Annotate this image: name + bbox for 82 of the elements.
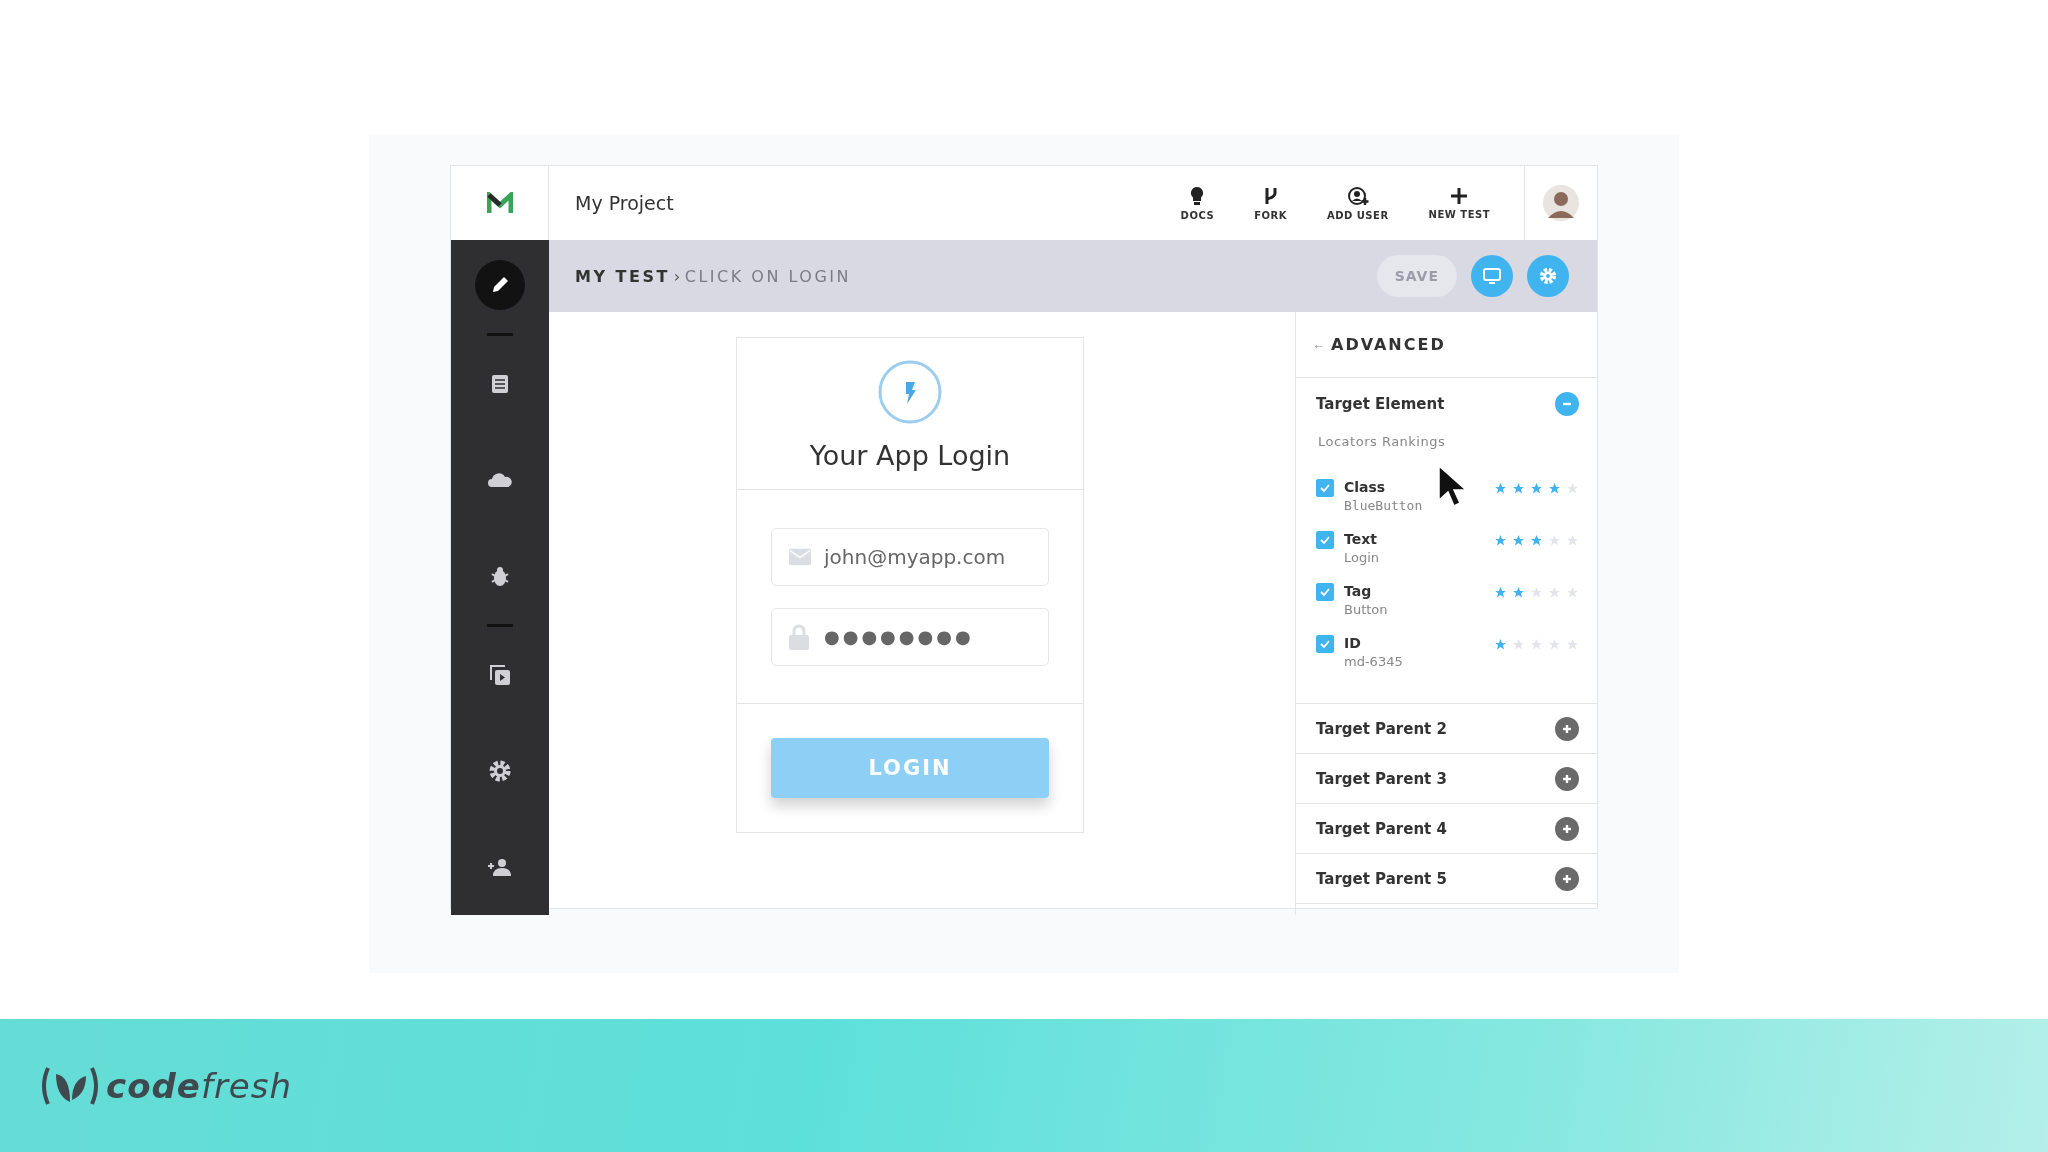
section-title: Target Parent 2 [1316, 719, 1448, 738]
logo-icon [486, 192, 513, 214]
check-icon [1320, 484, 1330, 492]
settings-icon [1538, 266, 1558, 286]
bulb-icon [1189, 185, 1206, 206]
plus-icon [1561, 772, 1573, 785]
star-icon [1494, 534, 1507, 547]
locator-value: Button [1344, 602, 1389, 617]
star-icon [1512, 482, 1525, 495]
star-icon [1530, 586, 1543, 599]
star-icon [1530, 534, 1543, 547]
back-button[interactable]: ← [1312, 337, 1325, 352]
locator-name: Class [1344, 479, 1387, 495]
monitor-icon [1483, 268, 1501, 284]
star-icon [1566, 586, 1579, 599]
toolbar-button[interactable]: ADD USER [1314, 185, 1401, 221]
star-icon [1530, 482, 1543, 495]
star-icon [1512, 534, 1525, 547]
add-user-icon [1346, 185, 1369, 206]
bolt-icon [878, 360, 942, 424]
section-title: Target Parent 3 [1316, 769, 1448, 788]
star-icon [1548, 534, 1561, 547]
settings-icon [487, 758, 513, 784]
breadcrumb-separator: › [673, 266, 683, 286]
star-icon [1494, 586, 1507, 599]
expand-button[interactable] [1555, 816, 1579, 841]
star-icon [1494, 638, 1507, 651]
list-icon [491, 374, 509, 394]
users-icon [487, 857, 513, 877]
project-title: My Project [575, 192, 675, 214]
copy-play-icon [489, 664, 511, 686]
toolbar-button[interactable]: NEW TEST [1416, 186, 1502, 220]
password-field[interactable]: ●●●●●●●● [771, 607, 1049, 666]
locator-name: Tag [1344, 583, 1373, 599]
avatar-icon[interactable] [1543, 185, 1579, 221]
star-icon [1512, 586, 1525, 599]
plus-icon [1450, 186, 1469, 205]
section-title: Target Parent 5 [1316, 869, 1448, 888]
check-icon [1320, 640, 1330, 648]
leaf-logo-icon [40, 1065, 100, 1106]
checkbox[interactable] [1316, 479, 1334, 497]
toolbar-button[interactable]: DOCS [1168, 185, 1227, 221]
locator-name: ID [1344, 635, 1362, 651]
check-icon [1320, 536, 1330, 544]
star-icon [1566, 534, 1579, 547]
brand-logo-text: codefresh [106, 1065, 293, 1106]
pencil-icon [490, 275, 510, 295]
locator-name: Text [1344, 531, 1378, 547]
expand-button[interactable] [1555, 866, 1579, 891]
star-icon [1494, 482, 1507, 495]
toolbar-button[interactable]: FORK [1242, 185, 1299, 221]
bug-icon [490, 565, 510, 587]
locator-value: BlueButton [1344, 498, 1424, 513]
login-title: Your App Login [809, 440, 1011, 471]
checkbox[interactable] [1316, 635, 1334, 653]
star-icon [1530, 638, 1543, 651]
star-icon [1548, 638, 1561, 651]
locator-value: md-6345 [1344, 654, 1404, 669]
section-title: Target Element [1316, 395, 1446, 413]
sidebar-button[interactable] [475, 260, 525, 310]
star-icon [1548, 482, 1561, 495]
lock-icon [789, 623, 809, 650]
plus-icon [1561, 722, 1573, 735]
plus-icon [1561, 822, 1573, 835]
check-icon [1320, 588, 1330, 596]
star-icon [1512, 638, 1525, 651]
email-field[interactable]: john@myapp.com [771, 527, 1049, 586]
section-subtitle: Locators Rankings [1318, 434, 1447, 449]
star-icon [1566, 482, 1579, 495]
panel-title: ADVANCED [1331, 335, 1446, 354]
checkbox[interactable] [1316, 531, 1334, 549]
breadcrumb-item[interactable]: MY TEST [575, 266, 670, 286]
star-icon [1566, 638, 1579, 651]
expand-button[interactable] [1555, 766, 1579, 791]
star-icon [1548, 586, 1561, 599]
section-title: Target Parent 4 [1316, 819, 1448, 838]
checkbox[interactable] [1316, 583, 1334, 601]
breadcrumb-item: CLICK ON LOGIN [684, 266, 851, 286]
cloud-icon [487, 472, 513, 488]
locator-value: Login [1344, 550, 1381, 565]
plus-icon [1561, 872, 1573, 885]
expand-button[interactable] [1555, 716, 1579, 741]
